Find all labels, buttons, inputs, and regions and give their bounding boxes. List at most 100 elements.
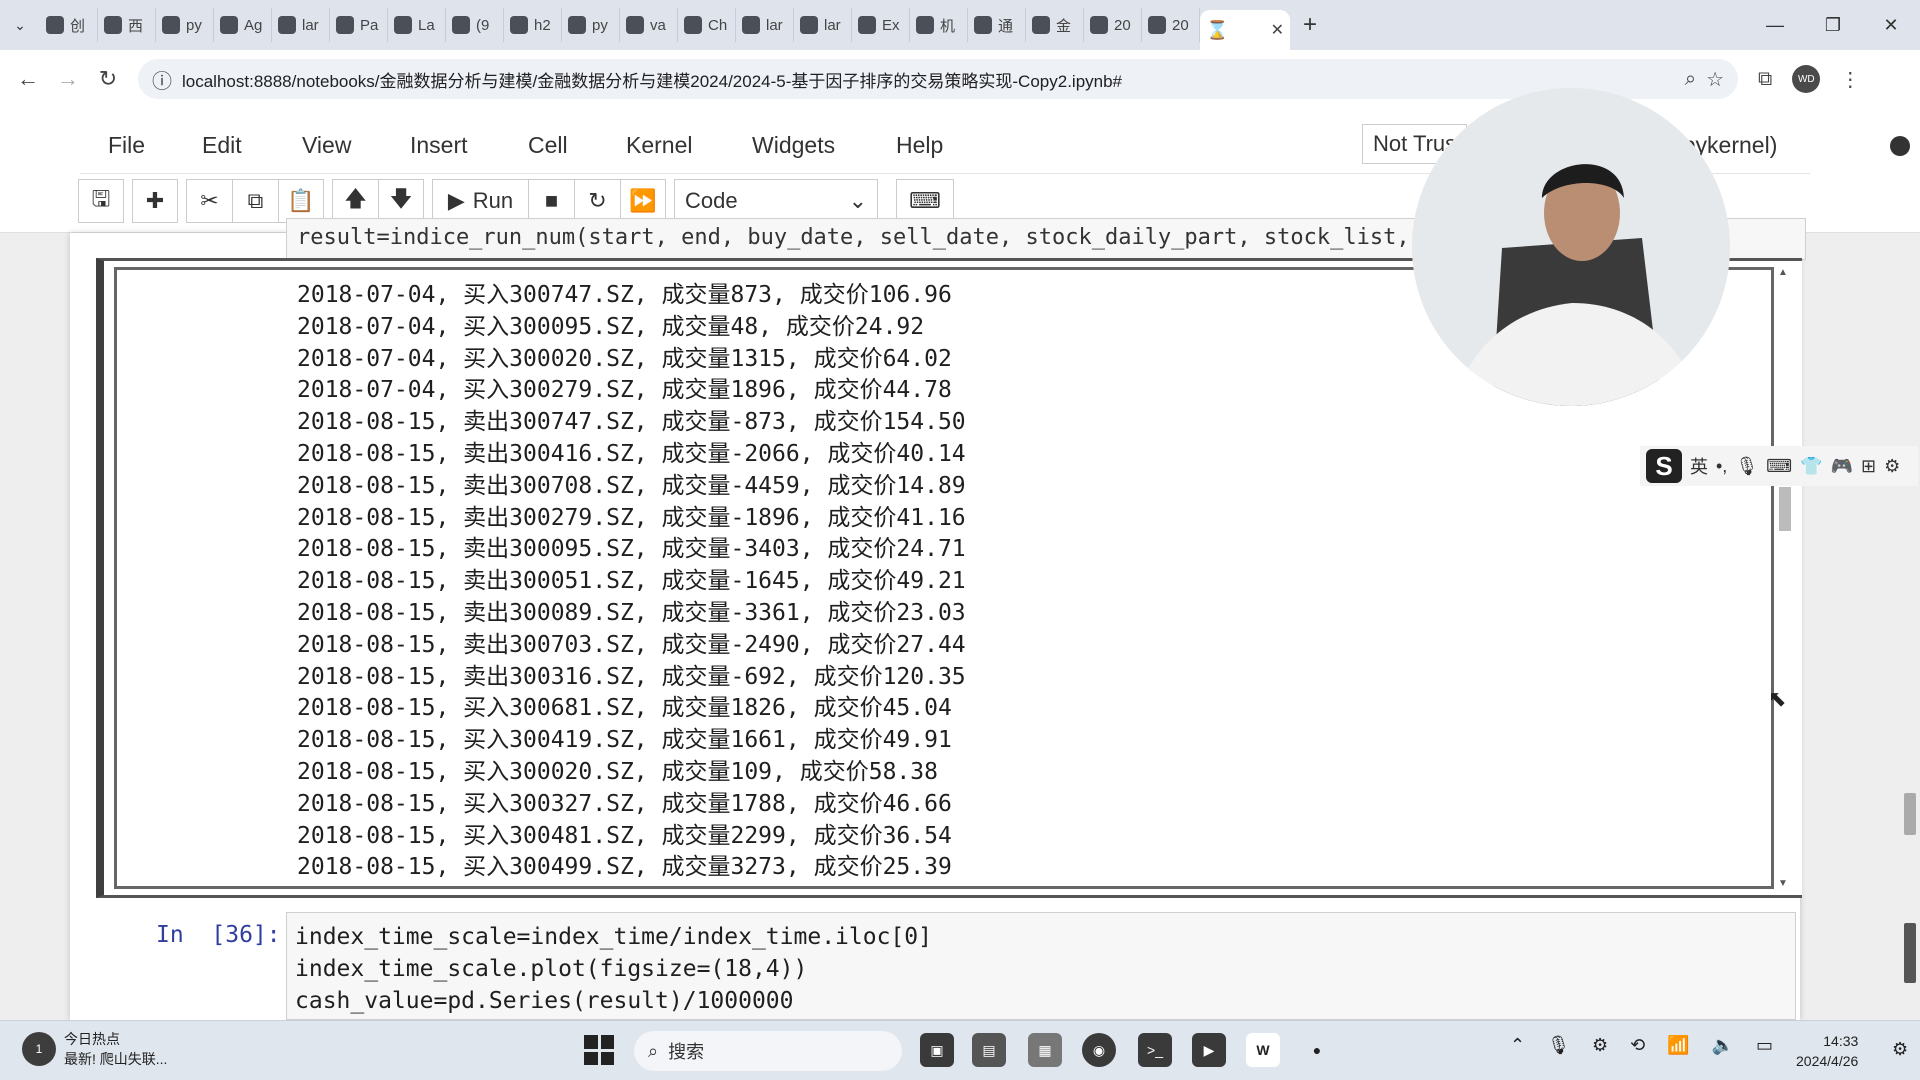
url-text[interactable]: localhost:8888/notebooks/金融数据分析与建模/金融数据分… bbox=[182, 67, 1675, 92]
bracket-icon bbox=[916, 16, 934, 34]
tab-0[interactable]: 创 bbox=[40, 8, 98, 42]
extensions-icon[interactable]: ⧉ bbox=[1758, 68, 1772, 91]
terminal-icon[interactable]: >_ bbox=[1138, 1033, 1172, 1067]
menu-edit[interactable]: Edit bbox=[202, 132, 242, 159]
minimize-icon[interactable]: — bbox=[1746, 0, 1804, 50]
scroll-up-icon[interactable]: ▲ bbox=[1778, 267, 1788, 278]
reload-icon[interactable]: ↻ bbox=[88, 59, 128, 99]
tab-close-icon[interactable]: ✕ bbox=[1271, 20, 1284, 40]
tab-17[interactable]: 金 bbox=[1026, 8, 1084, 42]
menu-kernel[interactable]: Kernel bbox=[626, 132, 692, 159]
folder-icon[interactable]: ▦ bbox=[1028, 1033, 1062, 1067]
scroll-down-icon[interactable]: ▼ bbox=[1778, 878, 1788, 889]
settings-icon[interactable]: ⚙ bbox=[1884, 456, 1900, 477]
app-tray-icon[interactable]: ⚙ bbox=[1592, 1035, 1608, 1056]
output-scroll-thumb[interactable] bbox=[1779, 487, 1791, 531]
news-widget[interactable]: 1 今日热点 最新! 爬山失联... bbox=[22, 1029, 167, 1069]
chrome-icon[interactable]: ◉ bbox=[1082, 1033, 1116, 1067]
battery-icon[interactable]: ▭ bbox=[1756, 1035, 1773, 1056]
notification-icon[interactable]: ⚙ bbox=[1892, 1039, 1908, 1060]
game-icon[interactable]: 🎮 bbox=[1831, 456, 1853, 477]
move-up-icon[interactable]: 🡅 bbox=[332, 179, 378, 223]
tab-16[interactable]: 通 bbox=[968, 8, 1026, 42]
tab-14[interactable]: Ex bbox=[852, 8, 910, 42]
tab-3[interactable]: Ag bbox=[214, 8, 272, 42]
code-line[interactable]: index_time_scale.plot(figsize=(18,4)) bbox=[295, 953, 1787, 985]
restart-icon[interactable]: ↻ bbox=[574, 179, 620, 223]
tab-8[interactable]: h2 bbox=[504, 8, 562, 42]
code-editor[interactable]: index_time_scale=index_time/index_time.i… bbox=[286, 912, 1796, 1020]
menu-file[interactable]: File bbox=[108, 132, 145, 159]
run-button[interactable]: ▶ Run bbox=[432, 179, 528, 223]
ime-logo[interactable]: S bbox=[1646, 449, 1682, 483]
move-down-icon[interactable]: 🡇 bbox=[378, 179, 424, 223]
skin-icon[interactable]: 👕 bbox=[1800, 456, 1822, 477]
task-view-icon[interactable]: ▣ bbox=[920, 1033, 954, 1067]
restart-run-all-icon[interactable]: ⏩ bbox=[620, 179, 666, 223]
tab-19[interactable]: 20 bbox=[1142, 8, 1200, 42]
profile-avatar[interactable]: WD bbox=[1792, 65, 1821, 93]
address-bar[interactable]: ⓘ localhost:8888/notebooks/金融数据分析与建模/金融数… bbox=[138, 59, 1738, 99]
paste-icon[interactable]: 📋 bbox=[278, 179, 324, 223]
wifi-icon[interactable]: 📶 bbox=[1667, 1035, 1689, 1056]
volume-icon[interactable]: 🔈 bbox=[1712, 1035, 1734, 1056]
copy-icon[interactable]: ⧉ bbox=[232, 179, 278, 223]
tab-9[interactable]: py bbox=[562, 8, 620, 42]
browser-menu-icon[interactable]: ⋮ bbox=[1840, 67, 1860, 92]
grid-icon[interactable]: ⊞ bbox=[1861, 456, 1876, 477]
page-scroll-thumb[interactable] bbox=[1904, 793, 1916, 835]
menu-insert[interactable]: Insert bbox=[410, 132, 468, 159]
menu-view[interactable]: View bbox=[302, 132, 351, 159]
microphone-icon[interactable]: 🎙 bbox=[1547, 1035, 1570, 1056]
tab-label: 创 bbox=[70, 17, 86, 35]
insert-cell-icon[interactable]: ✚ bbox=[132, 179, 178, 223]
tab-18[interactable]: 20 bbox=[1084, 8, 1142, 42]
menu-help[interactable]: Help bbox=[896, 132, 943, 159]
back-icon[interactable]: ← bbox=[8, 59, 48, 99]
menu-widgets[interactable]: Widgets bbox=[752, 132, 835, 159]
chevron-up-icon[interactable]: ⌃ bbox=[1510, 1035, 1525, 1056]
tab-6[interactable]: La bbox=[388, 8, 446, 42]
page-scrollbar[interactable] bbox=[1900, 233, 1920, 1020]
site-info-icon[interactable]: ⓘ bbox=[152, 65, 172, 94]
keyboard-icon[interactable]: ⌨ bbox=[896, 179, 954, 223]
keyboard-icon[interactable]: ⌨ bbox=[1766, 456, 1792, 477]
save-icon[interactable]: 🖫 bbox=[78, 179, 124, 223]
tab-10[interactable]: va bbox=[620, 8, 678, 42]
menu-cell[interactable]: Cell bbox=[528, 132, 568, 159]
app-tray-icon[interactable]: ⟲ bbox=[1630, 1035, 1645, 1056]
tab-13[interactable]: lar bbox=[794, 8, 852, 42]
camera-icon[interactable]: ● bbox=[1300, 1033, 1334, 1067]
ime-punctuation[interactable]: •, bbox=[1716, 456, 1727, 477]
bookmark-star-icon[interactable]: ☆ bbox=[1706, 67, 1724, 92]
forward-icon[interactable]: → bbox=[48, 59, 88, 99]
media-player-icon[interactable]: ▶ bbox=[1192, 1033, 1226, 1067]
microphone-icon[interactable]: 🎙 bbox=[1735, 456, 1758, 477]
close-window-icon[interactable]: ✕ bbox=[1862, 0, 1920, 50]
tab-2[interactable]: py bbox=[156, 8, 214, 42]
new-tab-button[interactable]: + bbox=[1290, 5, 1330, 45]
tab-15[interactable]: 机 bbox=[910, 8, 968, 42]
file-explorer-icon[interactable]: ▤ bbox=[972, 1033, 1006, 1067]
tab-7[interactable]: (9 bbox=[446, 8, 504, 42]
wps-icon[interactable]: W bbox=[1246, 1033, 1280, 1067]
output-scrollbar[interactable]: ▲ ▼ bbox=[1776, 267, 1792, 889]
tab-12[interactable]: lar bbox=[736, 8, 794, 42]
clock[interactable]: 14:33 2024/4/26 bbox=[1796, 1031, 1858, 1071]
tab-search-chevron-icon[interactable]: ⌄ bbox=[0, 0, 40, 50]
tab-1[interactable]: 西 bbox=[98, 8, 156, 42]
stop-icon[interactable]: ■ bbox=[528, 179, 574, 223]
restore-icon[interactable]: ❐ bbox=[1804, 0, 1862, 50]
tab-11[interactable]: Ch bbox=[678, 8, 736, 42]
cut-icon[interactable]: ✂ bbox=[186, 179, 232, 223]
tab-4[interactable]: lar bbox=[272, 8, 330, 42]
code-line[interactable]: index_time_scale=index_time/index_time.i… bbox=[295, 921, 1787, 953]
cell-type-select[interactable]: Code ⌄ bbox=[674, 179, 878, 223]
code-line[interactable]: cash_value=pd.Series(result)/1000000 bbox=[295, 985, 1787, 1017]
zoom-icon[interactable]: ⌕ bbox=[1685, 68, 1696, 91]
ime-mode[interactable]: 英 bbox=[1690, 453, 1708, 479]
taskbar-search[interactable]: ⌕ 搜索 bbox=[634, 1031, 902, 1071]
start-icon[interactable] bbox=[584, 1035, 614, 1065]
tab-5[interactable]: Pa bbox=[330, 8, 388, 42]
tab-active[interactable]: ⌛ ✕ bbox=[1200, 10, 1290, 50]
